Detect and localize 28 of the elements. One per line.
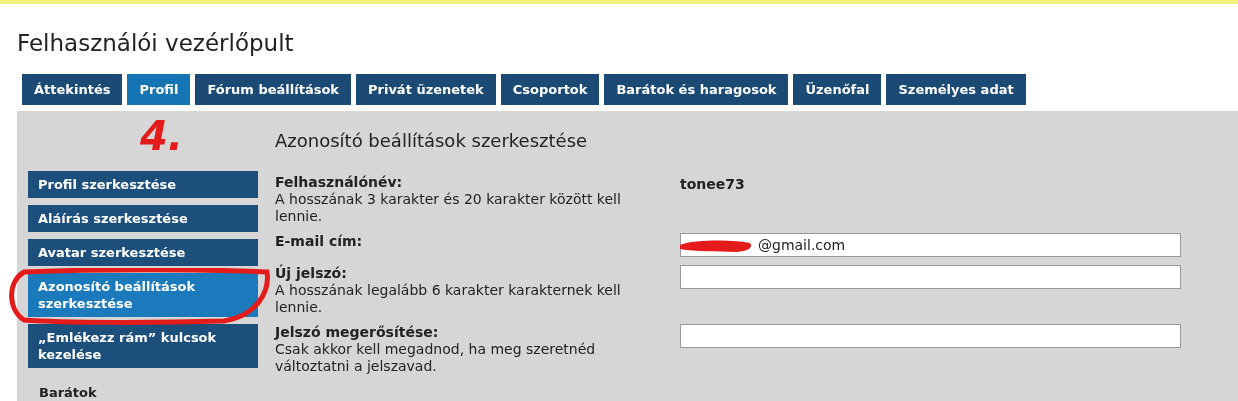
annotation-number: 4.	[140, 112, 184, 160]
field-label: Jelszó megerősítése:	[275, 324, 439, 341]
tab[interactable]: Privát üzenetek	[356, 74, 496, 105]
tab[interactable]: Üzenőfal	[793, 74, 882, 105]
field-label: Új jelszó:	[275, 265, 347, 282]
sidebar-item[interactable]: „Emlékezz rám” kulcsok kezelése	[28, 324, 258, 368]
tab[interactable]: Áttekintés	[22, 74, 123, 105]
tab[interactable]: Személyes adat	[886, 74, 1026, 105]
sidebar-item[interactable]: Azonosító beállítások szerkesztése	[28, 273, 258, 317]
field-label: E-mail cím:	[275, 233, 363, 250]
tab[interactable]: Barátok és haragosok	[604, 74, 789, 105]
input-field[interactable]	[680, 324, 1181, 348]
page-title: Felhasználói vezérlőpult	[17, 29, 294, 58]
field-hint: A hosszának legalább 6 karakter karakternek kell lennie.	[275, 282, 622, 316]
input-field[interactable]	[680, 265, 1181, 289]
sidebar-heading: Barátok	[39, 384, 97, 401]
sidebar-item[interactable]: Aláírás szerkesztése	[28, 205, 258, 232]
tab[interactable]: Fórum beállítások	[195, 74, 351, 105]
section-heading: Azonosító beállítások szerkesztése	[275, 129, 588, 153]
username-value: tonee73	[680, 175, 745, 194]
sidebar-item[interactable]: Profil szerkesztése	[28, 171, 258, 198]
tab[interactable]: Csoportok	[500, 74, 600, 105]
input-field[interactable]: @gmail.com	[680, 233, 1181, 257]
field-label: Felhasználónév:	[275, 174, 403, 191]
field-hint: Csak akkor kell megadnod, ha meg szeretnéd változtatni a jelszavad.	[275, 341, 597, 375]
tab[interactable]: Profil	[127, 74, 191, 105]
sidebar-item[interactable]: Avatar szerkesztése	[28, 239, 258, 266]
field-hint: A hosszának 3 karakter és 20 karakter között kell lennie.	[275, 191, 622, 225]
